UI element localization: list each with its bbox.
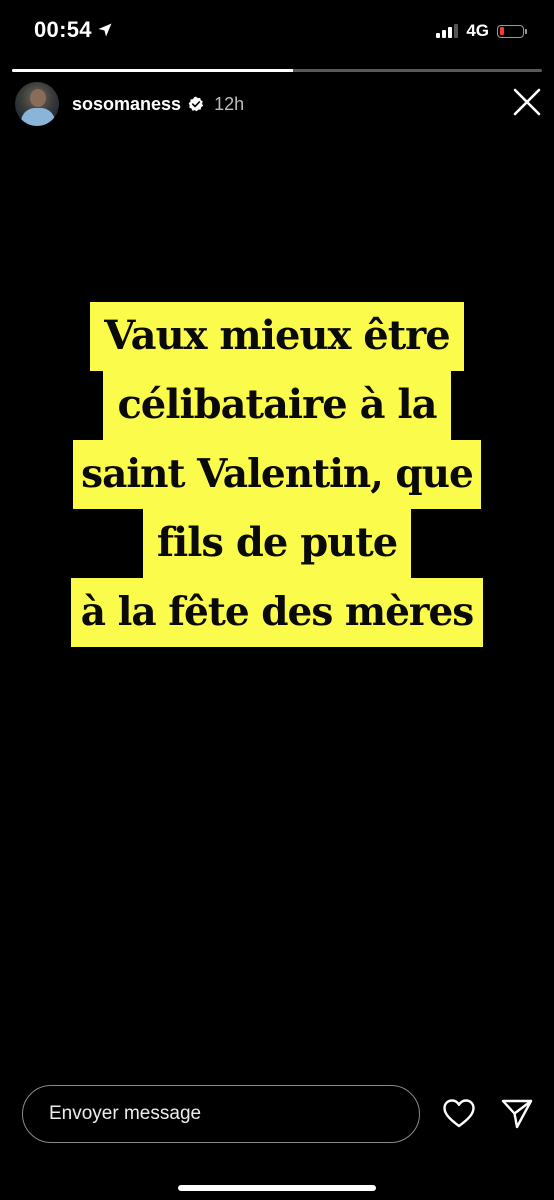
network-type: 4G xyxy=(466,21,489,40)
story-header: sosomaness 12h xyxy=(15,82,244,126)
battery-icon xyxy=(497,24,527,38)
close-button[interactable] xyxy=(512,87,542,117)
quote-line: célibataire à la xyxy=(103,371,451,440)
home-indicator[interactable] xyxy=(178,1185,376,1191)
close-icon xyxy=(513,88,541,116)
heart-icon[interactable] xyxy=(442,1097,476,1131)
username[interactable]: sosomaness xyxy=(72,94,181,115)
avatar[interactable] xyxy=(15,82,59,126)
verified-badge-icon xyxy=(188,96,204,112)
story-quote: Vaux mieux être célibataire à la saint V… xyxy=(0,302,554,647)
quote-line: saint Valentin, que xyxy=(73,440,481,509)
send-icon[interactable] xyxy=(500,1097,534,1131)
quote-line: Vaux mieux être xyxy=(90,302,464,371)
status-bar-indicators: 4G xyxy=(436,19,527,43)
quote-line: à la fête des mères xyxy=(70,578,484,647)
quote-line: fils de pute xyxy=(142,509,412,578)
post-time: 12h xyxy=(214,93,245,114)
message-input[interactable]: Envoyer message xyxy=(22,1085,420,1143)
location-arrow-icon xyxy=(98,23,112,37)
clock-text: 00:54 xyxy=(34,17,92,42)
cellular-signal-icon xyxy=(436,24,459,38)
message-placeholder: Envoyer message xyxy=(49,1103,202,1124)
story-progress-bar xyxy=(12,69,542,72)
story-progress-fill xyxy=(12,69,293,72)
status-bar-time: 00:54 xyxy=(34,17,113,43)
